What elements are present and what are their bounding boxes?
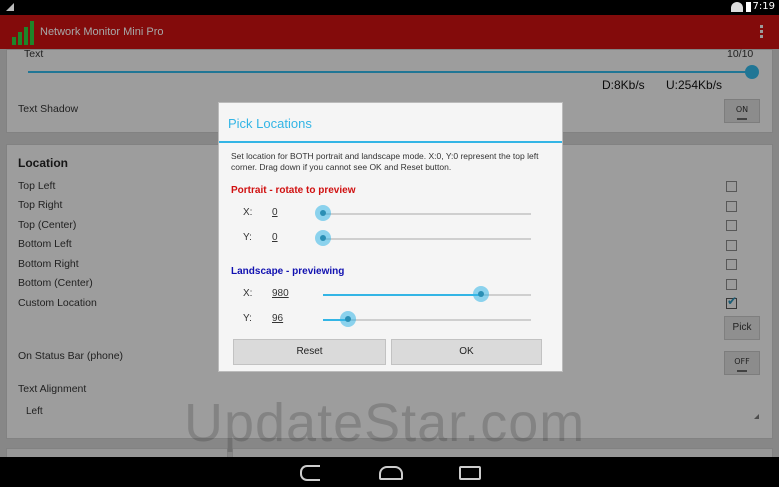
landscape-y-value: 96: [272, 313, 284, 324]
landscape-x-slider-fill: [323, 294, 481, 296]
reset-button[interactable]: Reset: [233, 339, 386, 365]
status-time: 7:19: [752, 1, 775, 12]
landscape-heading: Landscape - previewing: [231, 266, 345, 277]
ok-button[interactable]: OK: [391, 339, 542, 365]
home-icon[interactable]: [379, 466, 403, 480]
portrait-x-slider-track[interactable]: [323, 213, 531, 215]
wifi-icon: [731, 2, 743, 12]
dialog-title: Pick Locations: [228, 116, 312, 131]
recent-apps-icon[interactable]: [459, 466, 481, 480]
landscape-x-label: X:: [243, 288, 253, 299]
pick-locations-dialog: Pick Locations Set location for BOTH por…: [218, 102, 563, 372]
portrait-y-label: Y:: [243, 232, 252, 243]
dialog-title-divider: [219, 141, 562, 143]
portrait-y-value: 0: [272, 232, 278, 243]
landscape-y-label: Y:: [243, 313, 252, 324]
landscape-y-slider-thumb[interactable]: [340, 311, 356, 327]
portrait-x-label: X:: [243, 207, 253, 218]
navigation-bar: [0, 457, 779, 487]
dialog-description: Set location for BOTH portrait and lands…: [231, 151, 539, 172]
status-bar: 7:19: [0, 0, 779, 15]
portrait-y-slider-track[interactable]: [323, 238, 531, 240]
portrait-y-slider-thumb[interactable]: [315, 230, 331, 246]
landscape-x-value: 980: [272, 288, 289, 299]
signal-icon: [6, 3, 14, 11]
back-icon[interactable]: [300, 465, 320, 481]
portrait-x-value: 0: [272, 207, 278, 218]
battery-icon: [746, 2, 751, 12]
portrait-heading: Portrait - rotate to preview: [231, 185, 356, 196]
portrait-x-slider-thumb[interactable]: [315, 205, 331, 221]
landscape-x-slider-thumb[interactable]: [473, 286, 489, 302]
